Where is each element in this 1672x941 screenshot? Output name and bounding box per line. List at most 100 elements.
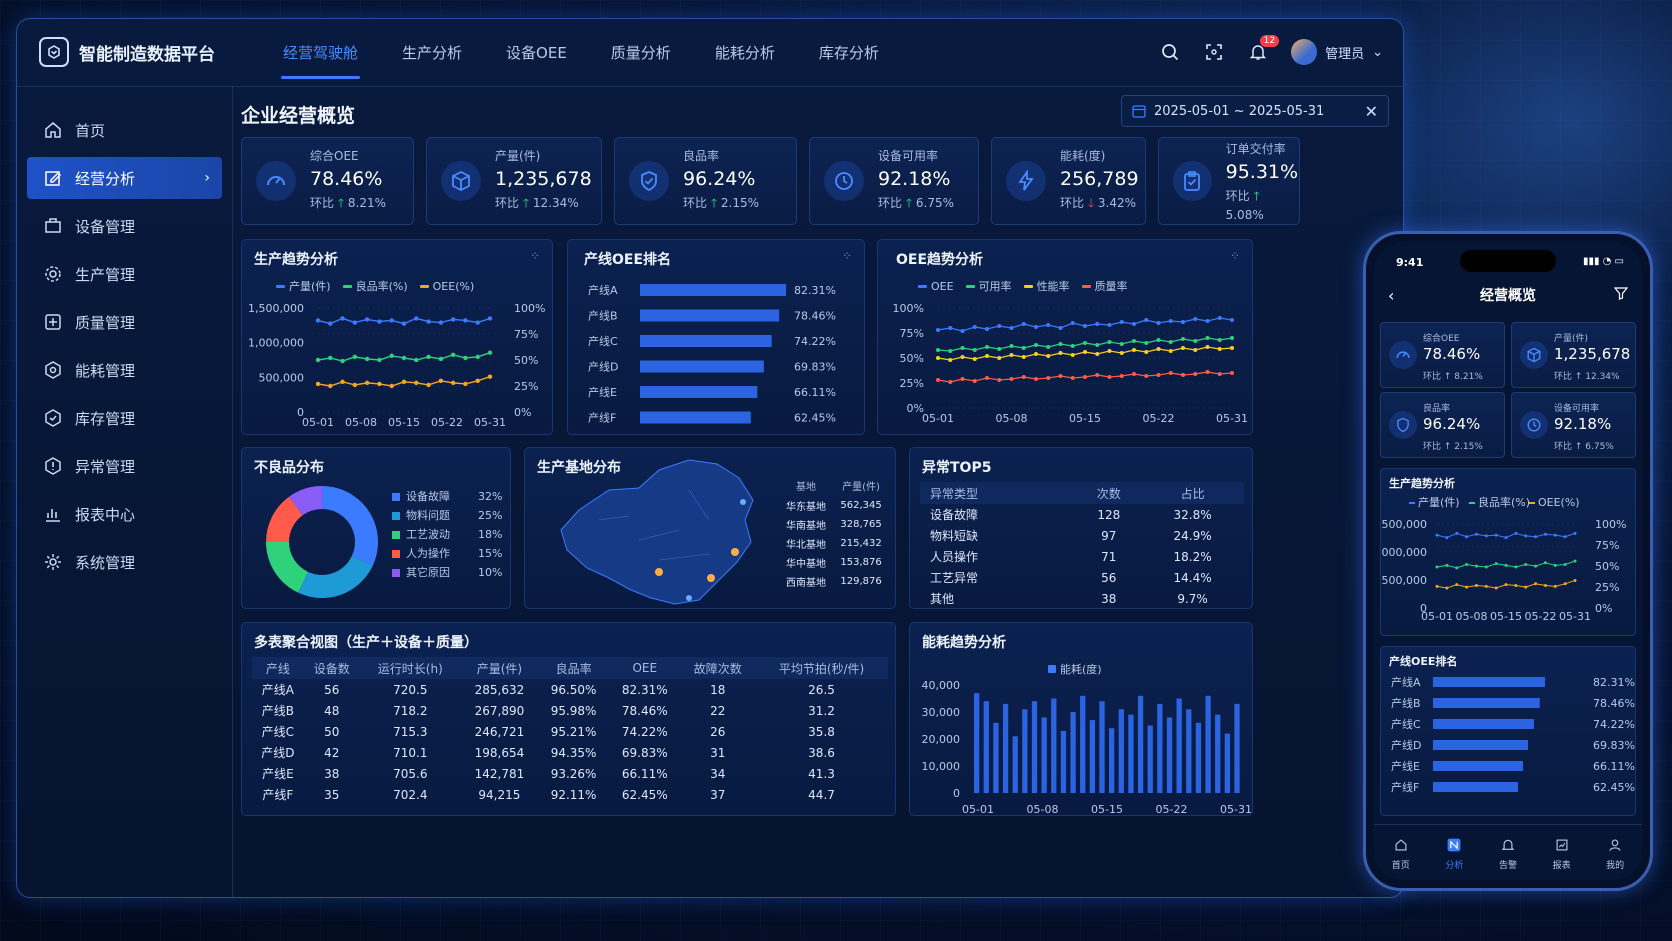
category-label: 产线A (588, 283, 618, 297)
kpi-label: 设备可用率 (878, 149, 939, 163)
table-row[interactable]: 产线F 35 702.4 94,215 92.11% 62.45% 37 44.7 (252, 784, 888, 805)
sidebar-item-device[interactable]: 设备管理 (27, 205, 222, 247)
shield-check-icon (629, 161, 669, 201)
sidebar-item-home[interactable]: 首页 (27, 109, 222, 151)
bar (1205, 695, 1211, 793)
phone-kpi-yield[interactable]: 良品率 96.24% 环比 ↑ 2.15% (1380, 392, 1505, 458)
sidebar-item-reports[interactable]: 报表中心 (27, 493, 222, 535)
table-cell: 153,876 (840, 557, 882, 568)
x-tick-label: 05-31 (474, 416, 506, 429)
data-point (364, 380, 370, 386)
tab-quality[interactable]: 质量分析 (595, 19, 687, 87)
phone-tab-reports[interactable]: 报表 (1537, 825, 1587, 880)
sidebar-item-quality[interactable]: 质量管理 (27, 301, 222, 343)
kpi-card-output[interactable]: 产量(件) 1,235,678 环比 🡑 12.34% (426, 137, 602, 225)
fullscreen-icon[interactable] (1199, 37, 1229, 67)
phone-tab-profile[interactable]: 我的 (1590, 825, 1640, 880)
table-header: 产线 (252, 657, 304, 679)
data-point (1181, 373, 1185, 377)
tab-production[interactable]: 生产分析 (386, 19, 478, 87)
data-point (1046, 354, 1051, 358)
table-row[interactable]: 华东基地 562,345 (779, 496, 889, 515)
kpi-card-yield[interactable]: 良品率 96.24% 环比 🡑 2.15% (614, 137, 797, 225)
phone-tab-analysis[interactable]: 分析 (1429, 825, 1479, 880)
table-row[interactable]: 工艺异常 56 14.4% (920, 567, 1244, 588)
data-point (1046, 376, 1051, 380)
phone-tab-alerts[interactable]: 告警 (1483, 825, 1533, 880)
kpi-card-energy[interactable]: 能耗(度) 256,789 环比 🡓 3.42% (991, 137, 1146, 225)
chevron-down-icon[interactable]: ⌄ (1372, 45, 1383, 60)
data-point (1524, 562, 1528, 566)
phone-kpi-oee[interactable]: 综合OEE 78.46% 环比 ↑ 8.21% (1380, 322, 1505, 388)
data-point (1119, 320, 1124, 324)
data-point (1107, 375, 1112, 379)
kpi-card-availability[interactable]: 设备可用率 92.18% 环比 🡑 6.75% (809, 137, 979, 225)
data-point (1563, 562, 1567, 566)
table-row[interactable]: 华北基地 215,432 (779, 534, 889, 553)
sidebar-item-system[interactable]: 系统管理 (27, 541, 222, 583)
sidebar-item-anomaly[interactable]: 异常管理 (27, 445, 222, 487)
table-row[interactable]: 产线C 50 715.3 246,721 95.21% 74.22% 26 35.8 (252, 721, 888, 742)
filter-icon[interactable] (1614, 286, 1628, 300)
table-row[interactable]: 设备故障 128 32.8% (920, 504, 1244, 525)
pie-slice (298, 556, 373, 598)
data-point (1058, 342, 1063, 346)
date-range-picker[interactable]: 2025-05-01 ~ 2025-05-31 ✕ (1121, 95, 1389, 127)
kpi-card-oee[interactable]: 综合OEE 78.46% 环比 🡑 8.21% (241, 137, 414, 225)
y-tick-label: 100% (893, 302, 924, 315)
avatar[interactable] (1291, 39, 1318, 65)
sidebar-item-inventory[interactable]: 库存管理 (27, 397, 222, 439)
sidebar-item-production[interactable]: 生产管理 (27, 253, 222, 295)
phone-kpi-output[interactable]: 产量(件) 1,235,678 环比 ↑ 12.34% (1511, 322, 1636, 388)
notification-badge: 12 (1259, 35, 1280, 47)
table-row[interactable]: 人员操作 71 18.2% (920, 546, 1244, 567)
bar-value-label: 78.46% (794, 310, 836, 323)
tab-oee[interactable]: 设备OEE (490, 19, 583, 87)
x-tick-label: 05-01 (302, 416, 334, 429)
tab-energy[interactable]: 能耗分析 (699, 19, 791, 87)
user-name[interactable]: 管理员 (1325, 43, 1364, 62)
table-row[interactable]: 产线D 42 710.1 198,654 94.35% 69.83% 31 38.6 (252, 742, 888, 763)
table-cell: 38.6 (808, 745, 835, 760)
data-point (463, 355, 468, 361)
legend-label: 其它原因 (406, 565, 450, 579)
search-icon[interactable] (1155, 37, 1185, 67)
data-point (340, 358, 345, 364)
data-point (1514, 531, 1518, 535)
data-point (1504, 536, 1508, 540)
table-row[interactable]: 华南基地 328,765 (779, 515, 889, 534)
data-point (1494, 586, 1498, 590)
table-row[interactable]: 物料短缺 97 24.9% (920, 525, 1244, 546)
bar (640, 284, 786, 296)
data-point (997, 324, 1002, 328)
data-point (948, 326, 953, 330)
close-icon[interactable]: ✕ (1365, 102, 1378, 121)
sidebar-item-business-analysis[interactable]: 经营分析 › (27, 157, 222, 199)
data-point (1514, 583, 1518, 587)
phone-tab-home[interactable]: 首页 (1376, 825, 1426, 880)
data-point (1205, 319, 1210, 323)
table-row[interactable]: 产线B 48 718.2 267,890 95.98% 78.46% 22 31.2 (252, 700, 888, 721)
table-row[interactable]: 其他 38 9.7% (920, 588, 1244, 609)
app-logo[interactable]: 智能制造数据平台 (39, 37, 215, 67)
kpi-label: 设备可用率 (1554, 404, 1600, 414)
table-row[interactable]: 产线E 38 705.6 142,781 93.26% 66.11% 34 41.3 (252, 763, 888, 784)
notification-bell-icon[interactable]: 12 (1243, 35, 1280, 67)
data-point (1144, 350, 1149, 354)
table-row[interactable]: 西南基地 129,876 (779, 572, 889, 591)
data-point (1168, 371, 1173, 375)
data-point (1021, 355, 1026, 359)
table-row[interactable]: 产线A 56 720.5 285,632 96.50% 82.31% 18 26.5 (252, 679, 888, 700)
phone-kpi-availability[interactable]: 设备可用率 92.18% 环比 ↑ 6.75% (1511, 392, 1636, 458)
data-point (1455, 566, 1459, 570)
table-row[interactable]: 华中基地 153,876 (779, 553, 889, 572)
kpi-card-delivery[interactable]: 订单交付率 95.31% 环比 🡑 5.08% (1158, 137, 1300, 225)
data-point (1553, 563, 1557, 567)
data-point (1083, 375, 1087, 379)
sidebar-item-energy[interactable]: 能耗管理 (27, 349, 222, 391)
tab-inventory[interactable]: 库存分析 (803, 19, 895, 87)
table-header: 产量(件) (460, 657, 538, 679)
data-point (1553, 533, 1557, 537)
tab-cockpit[interactable]: 经营驾驶舱 (267, 19, 374, 87)
data-point (1230, 336, 1234, 340)
